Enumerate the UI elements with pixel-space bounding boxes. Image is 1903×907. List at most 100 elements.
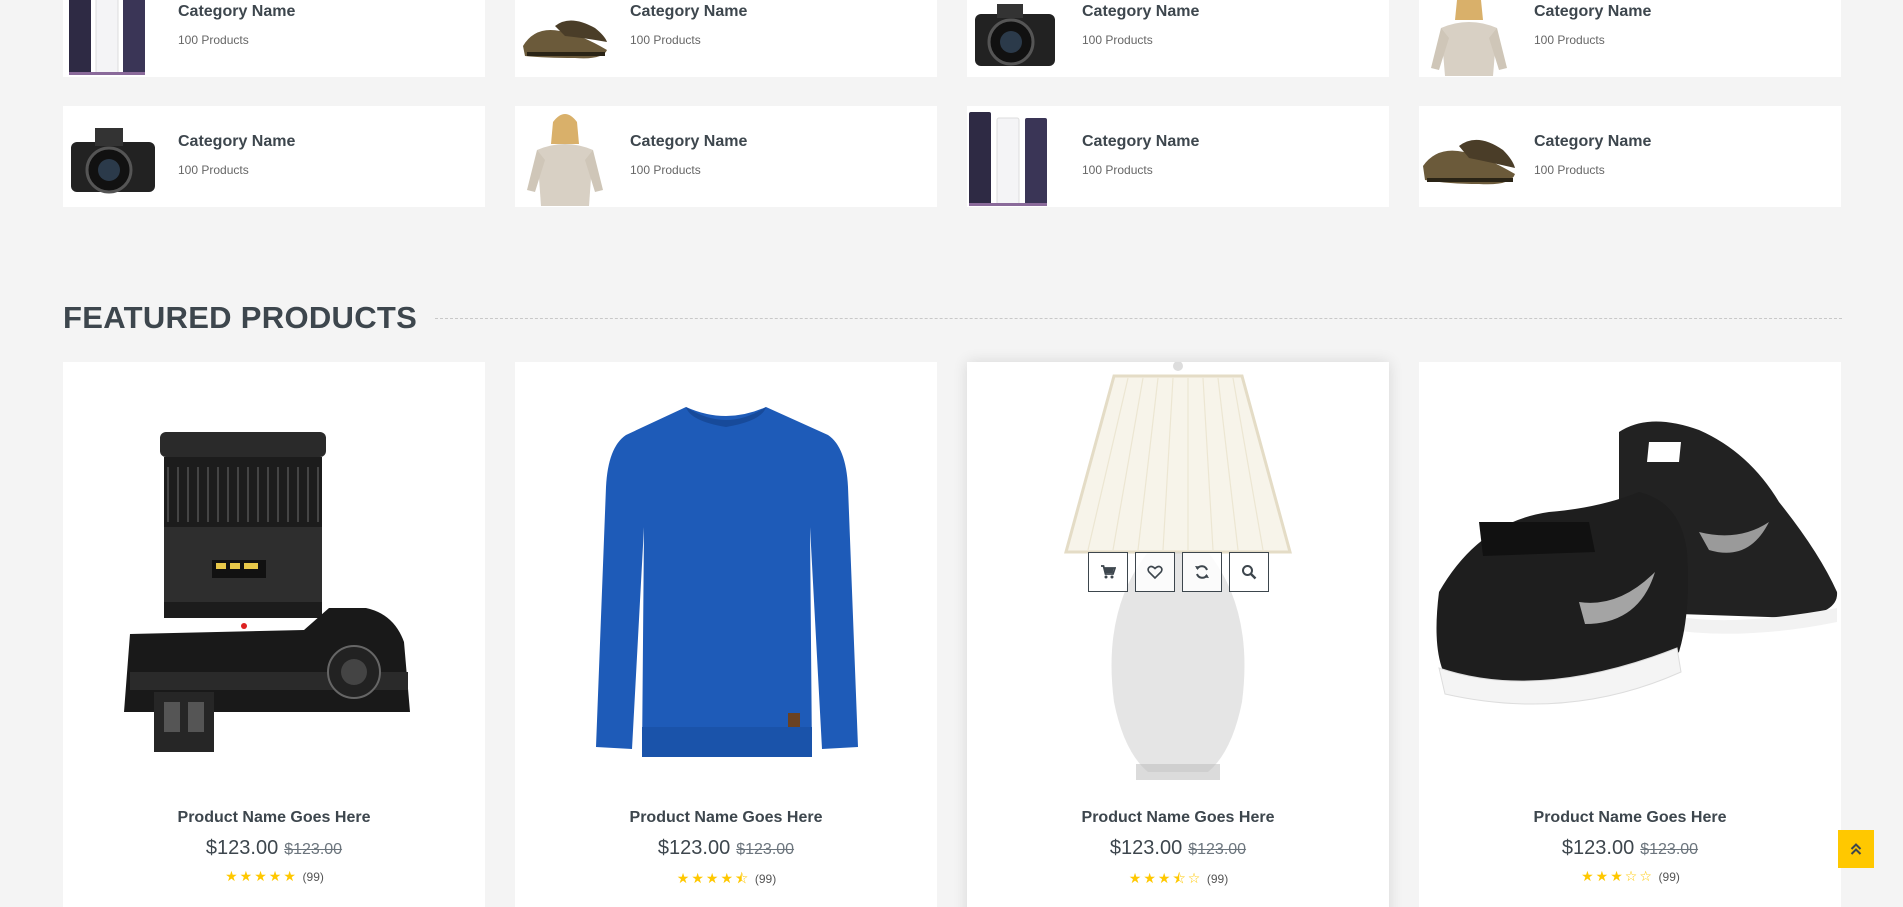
category-count: 100 Products (178, 163, 249, 177)
section-title: FEATURED PRODUCTS (63, 300, 418, 335)
review-count: (99) (1206, 872, 1229, 886)
sweater-woman-icon (515, 106, 615, 206)
star-full-icon: ★ (705, 870, 719, 886)
star-full-icon: ★ (239, 868, 253, 884)
star-empty-icon: ☆ (1624, 868, 1638, 884)
product-card[interactable]: Product Name Goes Here $123.00 $123.00 ★ ★… (967, 362, 1389, 907)
star-full-icon: ★ (676, 870, 690, 886)
product-rating: ★ ★ ★ ⯪ ☆ (99) (967, 868, 1389, 892)
category-name: Category Name (1534, 3, 1652, 20)
product-name[interactable]: Product Name Goes Here (63, 809, 485, 827)
star-empty-icon: ☆ (1639, 868, 1652, 884)
category-count: 100 Products (1534, 163, 1605, 177)
product-card[interactable]: Product Name Goes Here $123.00 $123.00 ★ ★… (515, 362, 937, 907)
category-name: Category Name (1534, 133, 1652, 150)
product-old-price: $123.00 (1640, 841, 1699, 858)
star-full-icon: ★ (225, 868, 238, 884)
sweater-woman-icon (1419, 0, 1519, 76)
category-count: 100 Products (1082, 33, 1153, 47)
star-full-icon: ★ (1128, 870, 1142, 886)
review-count: (99) (754, 872, 777, 886)
camera-icon (63, 106, 163, 206)
product-image-camera[interactable] (63, 362, 485, 782)
shoes-icon (1419, 106, 1519, 206)
category-count: 100 Products (630, 163, 701, 177)
star-full-icon: ★ (254, 868, 267, 884)
category-card[interactable]: Category Name 100 Products (967, 0, 1389, 77)
add-to-cart-button[interactable] (1087, 552, 1128, 592)
product-name[interactable]: Product Name Goes Here (967, 809, 1389, 827)
product-image-sweater[interactable] (515, 362, 937, 782)
star-half-icon: ⯪ (1172, 870, 1186, 886)
search-icon (1241, 565, 1256, 580)
featured-product-row: Product Name Goes Here $123.00 $123.00 ★ ★… (63, 362, 1841, 907)
back-to-top-button[interactable] (1838, 830, 1874, 868)
star-full-icon: ★ (720, 870, 733, 886)
category-name: Category Name (178, 3, 296, 20)
cosmetics-icon (63, 0, 163, 76)
category-row: Category Name 100 Products Category Name… (63, 0, 1841, 77)
category-name: Category Name (630, 3, 748, 20)
refresh-icon (1194, 565, 1209, 579)
star-full-icon: ★ (1610, 868, 1623, 884)
category-count: 100 Products (630, 33, 701, 47)
category-name: Category Name (1082, 133, 1200, 150)
shoes-icon (515, 0, 615, 76)
product-price: $123.00 (1561, 837, 1635, 859)
category-card[interactable]: Category Name 100 Products (1419, 106, 1841, 207)
product-actions (967, 552, 1389, 592)
category-name: Category Name (630, 133, 748, 150)
star-full-icon: ★ (691, 870, 704, 886)
category-card[interactable]: Category Name 100 Products (967, 106, 1389, 207)
product-price: $123.00 (657, 837, 731, 859)
compare-button[interactable] (1181, 552, 1222, 592)
product-image-sneakers[interactable] (1419, 362, 1841, 782)
cosmetics-icon (967, 106, 1067, 206)
product-card[interactable]: Product Name Goes Here $123.00 $123.00 ★ ★… (63, 362, 485, 907)
category-name: Category Name (1082, 3, 1200, 20)
review-count: (99) (302, 870, 324, 884)
camera-icon (967, 0, 1067, 76)
heart-icon (1146, 565, 1163, 580)
star-full-icon: ★ (1581, 868, 1594, 884)
review-count: (99) (1658, 870, 1680, 884)
category-card[interactable]: Category Name 100 Products (1419, 0, 1841, 77)
star-full-icon: ★ (1143, 870, 1156, 886)
product-card[interactable]: Product Name Goes Here $123.00 $123.00 ★ ★… (1419, 362, 1841, 907)
product-image-lamp[interactable] (967, 362, 1389, 782)
category-count: 100 Products (1082, 163, 1153, 177)
product-old-price: $123.00 (1188, 841, 1247, 858)
price-line: $123.00 $123.00 (967, 837, 1389, 860)
product-price: $123.00 (205, 837, 279, 859)
star-full-icon: ★ (1595, 868, 1609, 884)
category-count: 100 Products (178, 33, 249, 47)
category-card[interactable]: Category Name 100 Products (63, 0, 485, 77)
category-card[interactable]: Category Name 100 Products (515, 0, 937, 77)
category-row: Category Name 100 Products Category Name… (63, 106, 1841, 207)
product-rating: ★ ★ ★ ★ ★ (99) (63, 868, 485, 885)
price-line: $123.00 $123.00 (515, 837, 937, 860)
category-card[interactable]: Category Name 100 Products (515, 106, 937, 207)
star-full-icon: ★ (1157, 870, 1171, 886)
product-old-price: $123.00 (284, 841, 343, 858)
product-rating: ★ ★ ★ ☆ ☆ (99) (1419, 868, 1841, 885)
star-full-icon: ★ (283, 868, 296, 884)
product-name[interactable]: Product Name Goes Here (515, 809, 937, 827)
star-half-icon: ⯪ (735, 870, 749, 886)
section-divider (435, 317, 1842, 319)
product-rating: ★ ★ ★ ★ ⯪ (99) (515, 868, 937, 892)
wishlist-button[interactable] (1134, 552, 1175, 592)
product-name[interactable]: Product Name Goes Here (1419, 809, 1841, 827)
featured-products-header: FEATURED PRODUCTS (63, 300, 1842, 336)
price-line: $123.00 $123.00 (1419, 837, 1841, 860)
category-name: Category Name (178, 133, 296, 150)
cart-icon (1100, 565, 1116, 579)
product-price: $123.00 (1109, 837, 1183, 859)
product-old-price: $123.00 (736, 841, 795, 858)
double-chevron-up-icon (1850, 843, 1862, 855)
category-count: 100 Products (1534, 33, 1605, 47)
quick-view-button[interactable] (1228, 552, 1269, 592)
category-card[interactable]: Category Name 100 Products (63, 106, 485, 207)
star-full-icon: ★ (268, 868, 282, 884)
star-empty-icon: ☆ (1187, 870, 1201, 886)
